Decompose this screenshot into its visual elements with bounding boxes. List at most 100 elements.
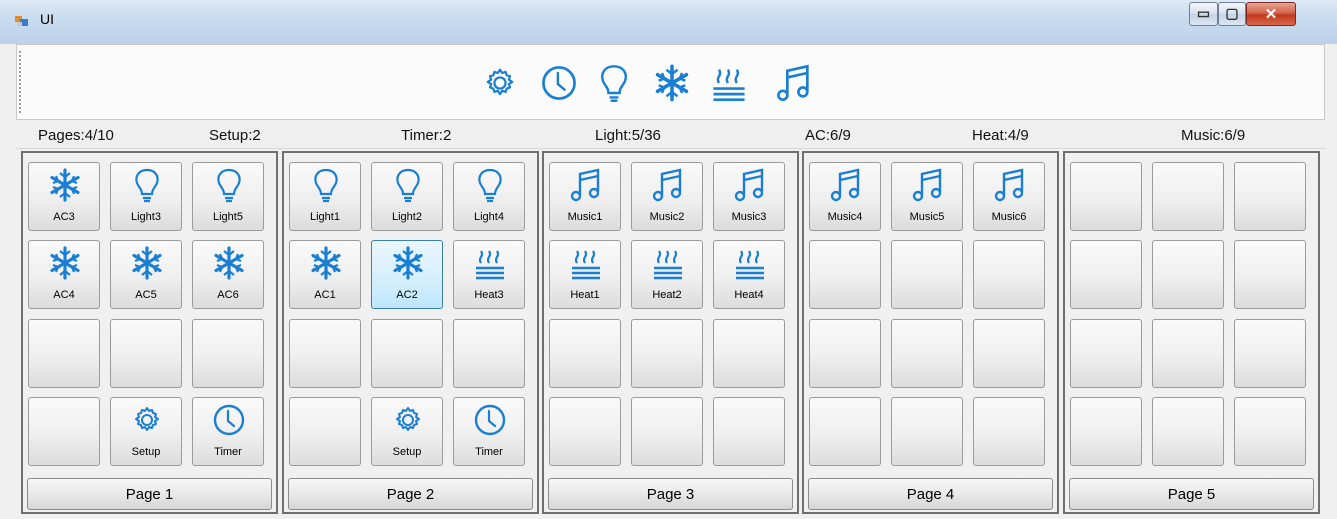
empty-tile[interactable] <box>110 319 182 388</box>
tile-label: Music4 <box>827 211 863 223</box>
empty-tile[interactable] <box>713 397 785 466</box>
device-tile-setup[interactable]: Setup <box>110 397 182 466</box>
empty-tile[interactable] <box>631 397 703 466</box>
empty-tile[interactable] <box>1234 319 1306 388</box>
page-button-2[interactable]: Page 2 <box>288 478 533 510</box>
app-icon <box>15 16 28 26</box>
device-tile-music5[interactable]: Music5 <box>891 162 963 231</box>
maximize-button[interactable]: ▢ <box>1218 2 1246 26</box>
device-tile-timer[interactable]: Timer <box>453 397 525 466</box>
device-tile-setup[interactable]: Setup <box>371 397 443 466</box>
device-tile-music3[interactable]: Music3 <box>713 162 785 231</box>
empty-tile[interactable] <box>891 319 963 388</box>
empty-tile[interactable] <box>973 397 1045 466</box>
tile-label: Timer <box>475 446 503 458</box>
minimize-button[interactable]: ▭ <box>1189 2 1218 26</box>
empty-tile[interactable] <box>549 397 621 466</box>
device-tile-music1[interactable]: Music1 <box>549 162 621 231</box>
empty-tile[interactable] <box>289 397 361 466</box>
empty-tile[interactable] <box>809 397 881 466</box>
device-tile-ac5[interactable]: AC5 <box>110 240 182 309</box>
gear-icon[interactable] <box>480 63 520 103</box>
empty-tile[interactable] <box>1152 319 1224 388</box>
tile-label: Music5 <box>909 211 945 223</box>
empty-tile[interactable] <box>1234 240 1306 309</box>
bulb-icon[interactable] <box>594 63 634 103</box>
device-tile-ac4[interactable]: AC4 <box>28 240 100 309</box>
page-button-label: Page 4 <box>906 486 955 503</box>
empty-tile[interactable] <box>1152 240 1224 309</box>
music-icon <box>912 168 942 202</box>
page-button-3[interactable]: Page 3 <box>548 478 793 510</box>
device-tile-light5[interactable]: Light5 <box>192 162 264 231</box>
empty-tile[interactable] <box>1070 319 1142 388</box>
empty-tile[interactable] <box>1152 162 1224 231</box>
empty-tile[interactable] <box>549 319 621 388</box>
page-button-4[interactable]: Page 4 <box>808 478 1053 510</box>
snowflake-icon <box>311 246 341 280</box>
close-button[interactable]: ✕ <box>1246 2 1296 26</box>
device-tile-music2[interactable]: Music2 <box>631 162 703 231</box>
empty-tile[interactable] <box>28 397 100 466</box>
empty-tile[interactable] <box>809 240 881 309</box>
tile-label: Light1 <box>310 211 340 223</box>
tile-label: Music6 <box>991 211 1027 223</box>
device-tile-heat1[interactable]: Heat1 <box>549 240 621 309</box>
tile-label: Heat1 <box>570 289 600 301</box>
empty-tile[interactable] <box>1070 240 1142 309</box>
music-icon[interactable] <box>774 63 814 103</box>
tile-label: Setup <box>131 446 161 458</box>
empty-tile[interactable] <box>1070 162 1142 231</box>
heat-icon[interactable] <box>709 63 749 103</box>
tile-label: Light5 <box>213 211 243 223</box>
empty-tile[interactable] <box>631 319 703 388</box>
page-panel-2: Light1 Light2 Light4 AC1 AC2 Heat3 Setup Timer P… <box>282 151 539 514</box>
empty-tile[interactable] <box>1152 397 1224 466</box>
empty-tile[interactable] <box>891 397 963 466</box>
device-tile-heat4[interactable]: Heat4 <box>713 240 785 309</box>
device-tile-music4[interactable]: Music4 <box>809 162 881 231</box>
page-button-label: Page 1 <box>125 486 174 503</box>
empty-tile[interactable] <box>713 319 785 388</box>
page-button-1[interactable]: Page 1 <box>27 478 272 510</box>
status-light: Light:5/36 <box>595 127 661 144</box>
empty-tile[interactable] <box>1070 397 1142 466</box>
empty-tile[interactable] <box>28 319 100 388</box>
snowflake-icon <box>50 246 80 280</box>
snowflake-icon[interactable] <box>652 63 692 103</box>
heat-icon <box>572 250 600 280</box>
music-icon <box>830 168 860 202</box>
page-button-5[interactable]: Page 5 <box>1069 478 1314 510</box>
empty-tile[interactable] <box>891 240 963 309</box>
toolbar-grip[interactable] <box>19 51 23 113</box>
window-title: UI <box>40 11 54 27</box>
empty-tile[interactable] <box>1234 397 1306 466</box>
empty-tile[interactable] <box>973 319 1045 388</box>
device-tile-timer[interactable]: Timer <box>192 397 264 466</box>
empty-tile[interactable] <box>973 240 1045 309</box>
empty-tile[interactable] <box>809 319 881 388</box>
device-tile-heat3[interactable]: Heat3 <box>453 240 525 309</box>
device-tile-light1[interactable]: Light1 <box>289 162 361 231</box>
empty-tile[interactable] <box>453 319 525 388</box>
device-tile-light2[interactable]: Light2 <box>371 162 443 231</box>
device-tile-ac3[interactable]: AC3 <box>28 162 100 231</box>
empty-tile[interactable] <box>1234 162 1306 231</box>
page-panel-1: AC3 Light3 Light5 AC4 AC5 AC6 Setup Timer Page 1 <box>21 151 278 514</box>
clock-icon[interactable] <box>539 63 579 103</box>
music-icon <box>994 168 1024 202</box>
device-tile-heat2[interactable]: Heat2 <box>631 240 703 309</box>
empty-tile[interactable] <box>289 319 361 388</box>
device-tile-ac2[interactable]: AC2 <box>371 240 443 309</box>
empty-tile[interactable] <box>192 319 264 388</box>
heat-icon <box>476 250 504 280</box>
device-tile-ac1[interactable]: AC1 <box>289 240 361 309</box>
tile-label: AC1 <box>314 289 336 301</box>
device-tile-ac6[interactable]: AC6 <box>192 240 264 309</box>
empty-tile[interactable] <box>371 319 443 388</box>
device-tile-light4[interactable]: Light4 <box>453 162 525 231</box>
device-tile-light3[interactable]: Light3 <box>110 162 182 231</box>
tile-label: AC5 <box>135 289 157 301</box>
tile-label: Heat3 <box>474 289 504 301</box>
device-tile-music6[interactable]: Music6 <box>973 162 1045 231</box>
